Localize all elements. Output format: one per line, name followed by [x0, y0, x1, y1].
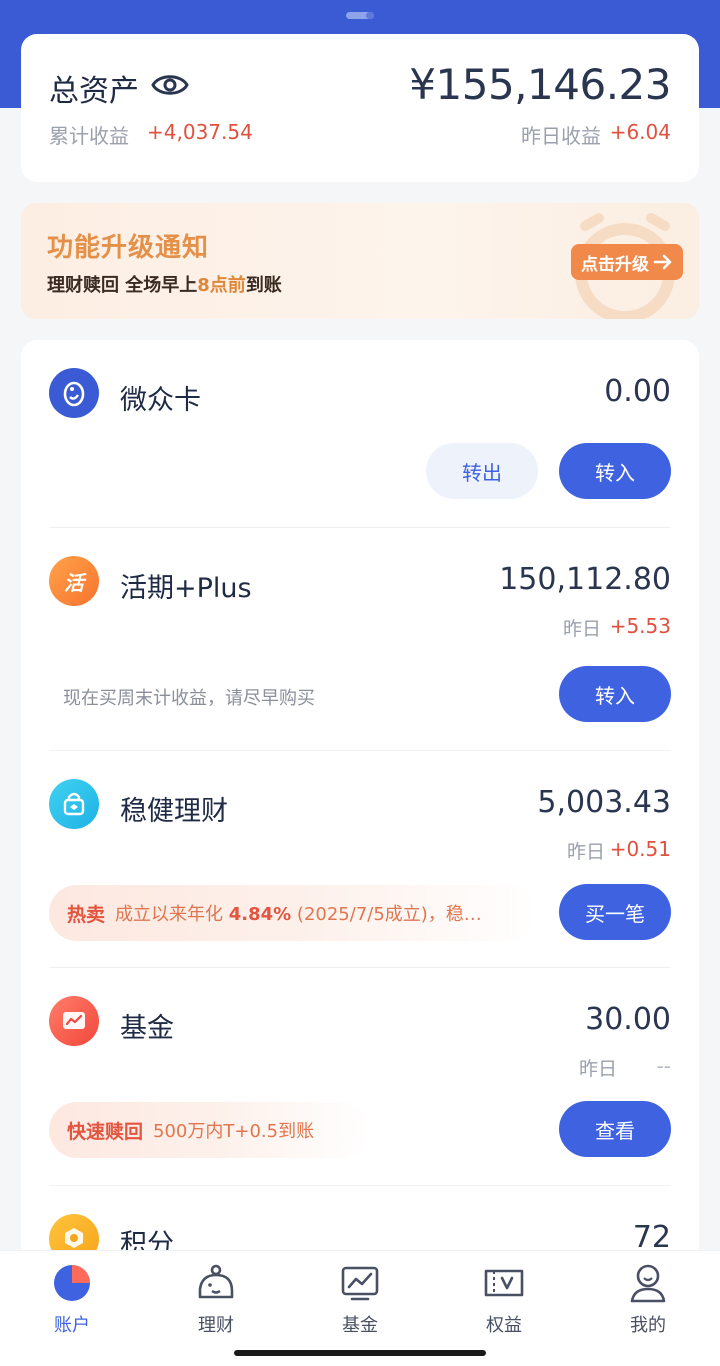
user-icon — [630, 1264, 666, 1303]
fast-redeem-text: 500万内T+0.5到账 — [153, 1121, 315, 1142]
yesterday-label: 昨日 — [566, 841, 605, 863]
upgrade-button[interactable]: 点击升级 — [571, 244, 683, 280]
banner-subtitle-suffix: 到账 — [245, 275, 282, 296]
total-assets-card: 总资产 ¥155,146.23 累计收益 +4,037.54 昨日收益 +6.0… — [21, 34, 699, 182]
tab-label: 我的 — [630, 1315, 666, 1336]
yesterday-label: 昨日 — [562, 618, 601, 640]
bottom-tab-bar: 账户 理财 基金 权益 我的 — [0, 1250, 720, 1366]
account-amount: 150,112.80 — [499, 562, 671, 597]
annual-rate: 4.84% — [228, 904, 292, 925]
cumulative-earnings-value: +4,037.54 — [147, 120, 253, 144]
total-assets-amount: ¥155,146.23 — [409, 60, 671, 109]
hot-sale-text-pre: 成立以来年化 — [115, 904, 229, 925]
pie-chart-icon — [54, 1265, 90, 1301]
transfer-in-button[interactable]: 转入 — [559, 443, 671, 499]
yesterday-earnings-label: 昨日收益 — [521, 124, 601, 148]
tab-label: 基金 — [342, 1315, 378, 1336]
tab-label: 理财 — [198, 1315, 234, 1336]
eye-icon[interactable] — [150, 68, 190, 102]
tab-fund[interactable]: 基金 — [315, 1261, 405, 1351]
banner-subtitle-prefix: 理财赎回 全场早上 — [47, 275, 198, 296]
tab-account[interactable]: 账户 — [27, 1261, 117, 1351]
lock-bag-icon — [49, 779, 99, 829]
hot-sale-strip[interactable]: 热卖 成立以来年化 4.84% (2025/7/5成立)，稳… — [49, 885, 537, 941]
upgrade-notice-banner[interactable]: 功能升级通知 理财赎回 全场早上8点前到账 点击升级 — [21, 203, 699, 319]
hot-tag: 热卖 — [67, 903, 106, 926]
list-item[interactable]: 微众卡 0.00 转出 转入 — [21, 340, 699, 528]
account-list-card: 微众卡 0.00 转出 转入 活 活期+Plus 150,112.80 昨日 +… — [21, 340, 699, 1340]
tab-benefits[interactable]: 权益 — [459, 1261, 549, 1351]
account-name-stable-wealth: 稳健理财 — [120, 796, 228, 827]
banner-subtitle-highlight: 8点前 — [197, 275, 246, 296]
buy-button[interactable]: 买一笔 — [559, 884, 671, 940]
pull-handle[interactable] — [346, 12, 374, 19]
yesterday-earnings-value: +6.04 — [609, 120, 671, 144]
huo-icon: 活 — [49, 556, 99, 606]
tab-label: 账户 — [54, 1315, 90, 1336]
banner-title: 功能升级通知 — [47, 233, 210, 263]
yesterday-value: +5.53 — [609, 614, 671, 638]
account-amount: 30.00 — [585, 1002, 671, 1037]
tab-mine[interactable]: 我的 — [603, 1261, 693, 1351]
penguin-icon — [49, 368, 99, 418]
transfer-in-button[interactable]: 转入 — [559, 666, 671, 722]
banner-subtitle: 理财赎回 全场早上8点前到账 — [47, 271, 282, 297]
tab-label: 权益 — [486, 1315, 522, 1336]
arrow-right-icon — [653, 254, 672, 270]
huo-icon-glyph: 活 — [64, 570, 84, 595]
list-item[interactable]: 活 活期+Plus 150,112.80 昨日 +5.53 现在买周末计收益，请… — [21, 528, 699, 750]
line-chart-icon — [341, 1266, 379, 1301]
account-amount: 5,003.43 — [537, 785, 671, 820]
yesterday-value: -- — [656, 1054, 671, 1078]
weekend-hint: 现在买周末计收益，请尽早购买 — [63, 688, 315, 709]
account-name-current-plus: 活期+Plus — [120, 573, 252, 604]
view-button[interactable]: 查看 — [559, 1101, 671, 1157]
piggy-icon — [198, 1264, 234, 1299]
hot-sale-text-post: (2025/7/5成立)，稳… — [291, 904, 482, 925]
yesterday-value: +0.51 — [609, 837, 671, 861]
cumulative-earnings-label: 累计收益 — [49, 124, 129, 148]
hot-sale-text: 成立以来年化 4.84% (2025/7/5成立)，稳… — [115, 900, 482, 926]
home-indicator — [234, 1350, 486, 1356]
total-assets-title: 总资产 — [49, 74, 139, 109]
transfer-out-button[interactable]: 转出 — [426, 443, 538, 499]
fast-redeem-strip[interactable]: 快速赎回 500万内T+0.5到账 — [49, 1102, 369, 1158]
yesterday-label: 昨日 — [578, 1058, 617, 1080]
ticket-icon — [484, 1269, 524, 1297]
fast-redeem-tag: 快速赎回 — [67, 1120, 144, 1143]
upgrade-button-label: 点击升级 — [581, 254, 649, 275]
chart-icon — [49, 996, 99, 1046]
tab-wealth[interactable]: 理财 — [171, 1261, 261, 1351]
account-name-fund: 基金 — [120, 1013, 174, 1044]
account-name-weizhong-card: 微众卡 — [120, 385, 201, 416]
account-amount: 0.00 — [604, 374, 671, 409]
